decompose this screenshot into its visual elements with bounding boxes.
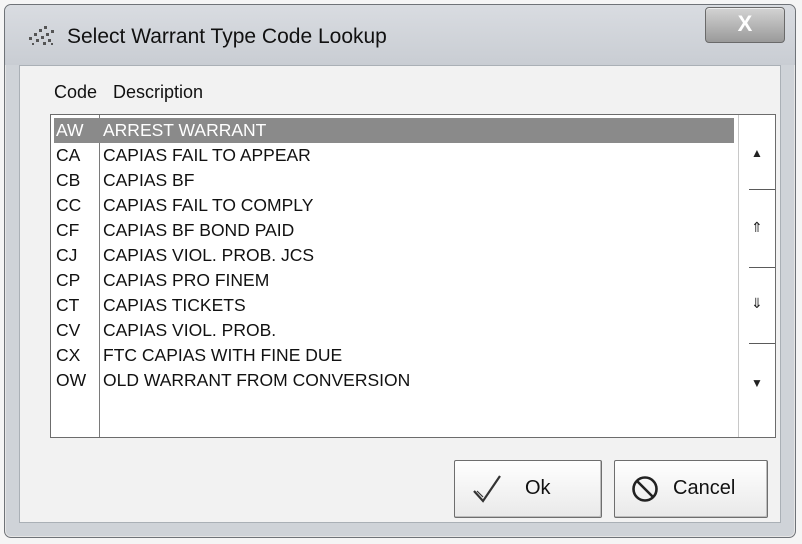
- ok-button-label: Ok: [525, 477, 551, 499]
- list-item[interactable]: CX FTC CAPIAS WITH FINE DUE: [54, 343, 734, 368]
- list-item-code: CX: [56, 345, 81, 365]
- list-item[interactable]: CA CAPIAS FAIL TO APPEAR: [54, 143, 734, 168]
- list-item-code: CF: [56, 220, 80, 240]
- list-item[interactable]: OW OLD WARRANT FROM CONVERSION: [54, 368, 734, 393]
- list-item[interactable]: CT CAPIAS TICKETS: [54, 293, 734, 318]
- list-item-code: CB: [56, 170, 81, 190]
- list-item-description: CAPIAS VIOL. PROB.: [103, 320, 277, 340]
- scrollbar-divider: [749, 343, 775, 344]
- list-item-code: CC: [56, 195, 82, 215]
- warrant-type-list[interactable]: AW ARREST WARRANT CA CAPIAS FAIL TO APPEAR C…: [50, 114, 776, 438]
- list-item[interactable]: CB CAPIAS BF: [54, 168, 734, 193]
- list-item[interactable]: CC CAPIAS FAIL TO COMPLY: [54, 193, 734, 218]
- list-item-code: OW: [56, 370, 87, 390]
- list-item-description: CAPIAS FAIL TO COMPLY: [103, 195, 314, 215]
- dialog-body: Code Description AW ARREST WARRANT CA CAPIA…: [19, 65, 781, 523]
- scroll-up-arrow-icon[interactable]: ▲: [739, 141, 775, 165]
- list-item-description: CAPIAS FAIL TO APPEAR: [103, 145, 311, 165]
- list-item-description: CAPIAS PRO FINEM: [103, 270, 270, 290]
- scroll-thumb-up-icon[interactable]: ⇑: [739, 215, 775, 239]
- list-item-code: CP: [56, 270, 81, 290]
- list-item-description: OLD WARRANT FROM CONVERSION: [103, 370, 411, 390]
- checkmark-icon: [473, 475, 501, 503]
- column-header-description[interactable]: Description: [113, 82, 203, 103]
- no-sign-icon: [632, 476, 658, 502]
- cancel-button[interactable]: Cancel: [614, 460, 768, 518]
- list-item-code: CA: [56, 145, 81, 165]
- list-item[interactable]: CJ CAPIAS VIOL. PROB. JCS: [54, 243, 734, 268]
- scrollbar-divider: [749, 267, 775, 268]
- lookup-dialog: Select Warrant Type Code Lookup X Code D…: [4, 4, 796, 538]
- column-headers: Code Description: [54, 82, 203, 103]
- list-item-description: CAPIAS BF: [103, 170, 195, 190]
- list-scrollbar[interactable]: ▲ ⇑ ⇓ ▼: [738, 115, 775, 437]
- list-item[interactable]: CF CAPIAS BF BOND PAID: [54, 218, 734, 243]
- close-icon: X: [737, 11, 753, 36]
- list-item-code: AW: [56, 120, 84, 140]
- title-bar[interactable]: Select Warrant Type Code Lookup X: [5, 5, 795, 65]
- list-item-description: CAPIAS VIOL. PROB. JCS: [103, 245, 315, 265]
- list-item-code: CJ: [56, 245, 78, 265]
- list-item[interactable]: CV CAPIAS VIOL. PROB.: [54, 318, 734, 343]
- list-item-description: ARREST WARRANT: [103, 120, 267, 140]
- scroll-thumb-down-icon[interactable]: ⇓: [739, 291, 775, 315]
- list-item[interactable]: CP CAPIAS PRO FINEM: [54, 268, 734, 293]
- list-item-code: CV: [56, 320, 81, 340]
- column-header-code[interactable]: Code: [54, 82, 108, 103]
- list-item-description: FTC CAPIAS WITH FINE DUE: [103, 345, 343, 365]
- list-item-description: CAPIAS BF BOND PAID: [103, 220, 295, 240]
- scrollbar-divider: [749, 189, 775, 190]
- list-item[interactable]: AW ARREST WARRANT: [54, 118, 734, 143]
- list-item-description: CAPIAS TICKETS: [103, 295, 246, 315]
- list-item-code: CT: [56, 295, 80, 315]
- close-button[interactable]: X: [705, 7, 785, 43]
- window-title: Select Warrant Type Code Lookup: [67, 25, 387, 48]
- cancel-button-label: Cancel: [673, 477, 736, 499]
- pattern-icon: [29, 26, 54, 45]
- list-rows: AW ARREST WARRANT CA CAPIAS FAIL TO APPEAR C…: [54, 118, 734, 393]
- ok-button[interactable]: Ok: [454, 460, 602, 518]
- scroll-down-arrow-icon[interactable]: ▼: [739, 371, 775, 395]
